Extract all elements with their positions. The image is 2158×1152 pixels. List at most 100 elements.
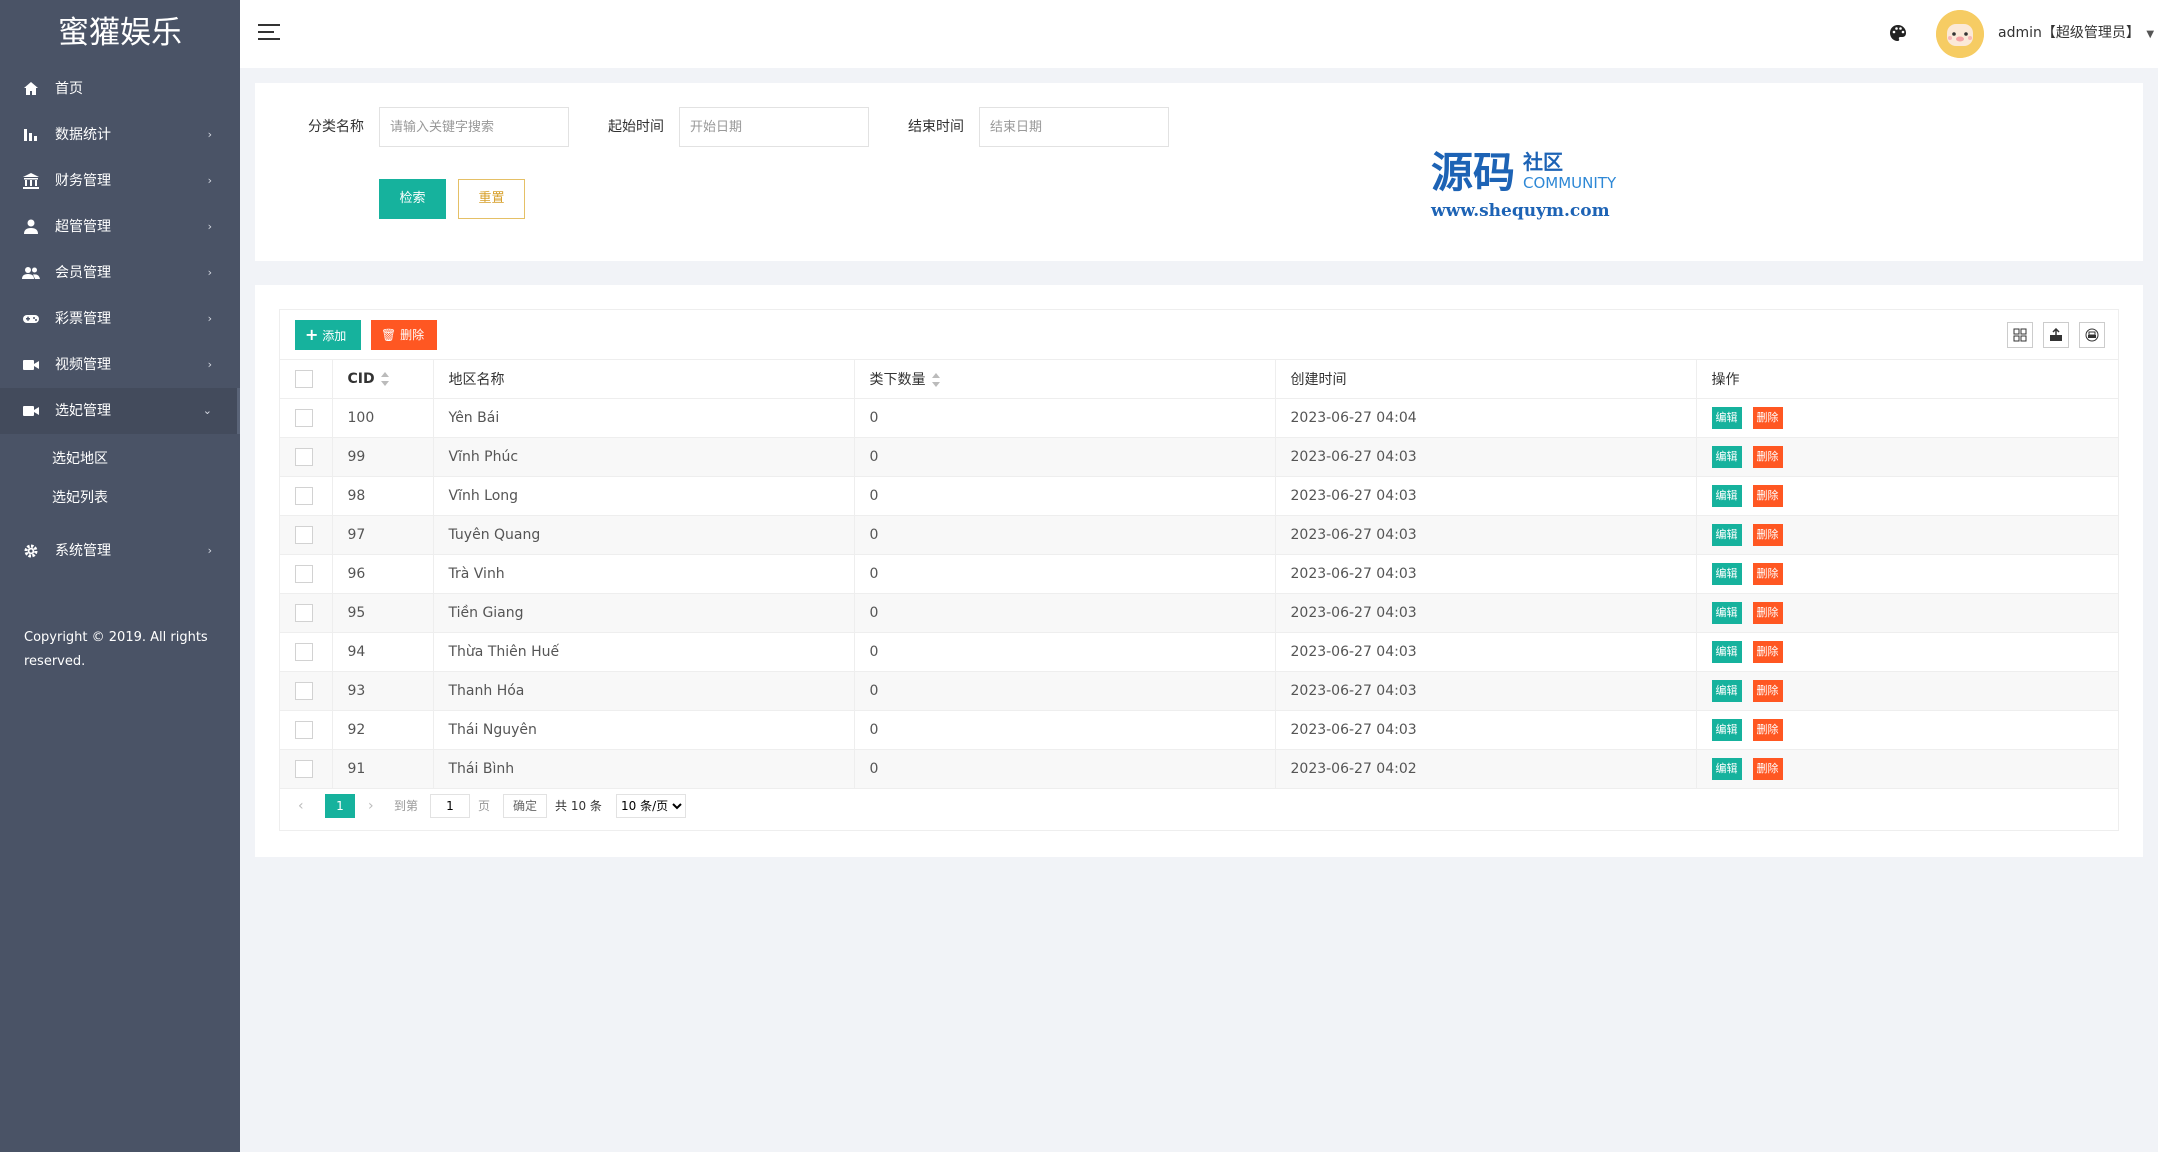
sidebar-subitem-region[interactable]: 选妃地区	[0, 440, 240, 479]
row-delete-button[interactable]: 删除	[1752, 562, 1783, 585]
brand-logo[interactable]: 蜜獾娱乐	[0, 0, 240, 66]
row-edit-button[interactable]: 编辑	[1711, 718, 1742, 741]
search-button[interactable]: 检索	[379, 179, 446, 219]
row-delete-button[interactable]: 删除	[1752, 601, 1783, 624]
row-edit-button[interactable]: 编辑	[1711, 523, 1742, 546]
row-delete-button[interactable]: 删除	[1752, 523, 1783, 546]
sidebar-item-super-admin[interactable]: 超管管理 ›	[0, 204, 240, 250]
cell-created: 2023-06-27 04:04	[1275, 398, 1697, 438]
sidebar-item-finance[interactable]: 财务管理 ›	[0, 158, 240, 204]
row-delete-button[interactable]: 删除	[1752, 757, 1783, 780]
row-select-cell	[280, 554, 333, 594]
cell-cid: 93	[332, 671, 434, 711]
row-delete-button[interactable]: 删除	[1752, 718, 1783, 741]
goto-page-input[interactable]	[430, 794, 470, 818]
row-checkbox[interactable]	[295, 525, 313, 544]
row-checkbox[interactable]	[295, 564, 313, 583]
cell-region-name: Thanh Hóa	[433, 671, 855, 711]
row-edit-button[interactable]: 编辑	[1711, 406, 1742, 429]
reset-button[interactable]: 重置	[458, 179, 525, 219]
row-edit-button[interactable]: 编辑	[1711, 679, 1742, 702]
row-edit-button[interactable]: 编辑	[1711, 484, 1742, 507]
select-all-checkbox[interactable]	[295, 369, 313, 388]
goto-confirm-button[interactable]: 确定	[503, 794, 547, 818]
cell-created: 2023-06-27 04:03	[1275, 671, 1697, 711]
add-button[interactable]: + 添加	[295, 320, 361, 350]
row-delete-button[interactable]: 删除	[1752, 640, 1783, 663]
cell-cid: 95	[332, 593, 434, 633]
column-header-cid[interactable]: CID	[332, 360, 434, 399]
column-header-label: 操作	[1711, 371, 1740, 388]
cell-actions: 编辑 删除	[1696, 554, 2118, 594]
palette-icon[interactable]	[1888, 23, 1908, 43]
category-label: 分类名称	[308, 119, 364, 135]
export-icon[interactable]	[2043, 322, 2069, 348]
row-checkbox[interactable]	[295, 642, 313, 661]
cell-cid: 97	[332, 515, 434, 555]
user-menu[interactable]: admin【超级管理员】 ▼	[1998, 0, 2154, 68]
sidebar-item-lottery[interactable]: 彩票管理 ›	[0, 296, 240, 342]
row-edit-button[interactable]: 编辑	[1711, 757, 1742, 780]
start-time-label: 起始时间	[608, 119, 664, 135]
row-edit-button[interactable]: 编辑	[1711, 601, 1742, 624]
sidebar-item-concubine[interactable]: 选妃管理 ⌄	[0, 388, 240, 434]
page-unit-label: 页	[478, 799, 491, 813]
row-checkbox[interactable]	[295, 720, 313, 739]
row-checkbox[interactable]	[295, 447, 313, 466]
prev-page-icon[interactable]: ‹	[298, 794, 304, 818]
row-checkbox[interactable]	[295, 603, 313, 622]
sort-icon[interactable]	[931, 372, 940, 387]
row-edit-button[interactable]: 编辑	[1711, 445, 1742, 468]
sidebar-item-members[interactable]: 会员管理 ›	[0, 250, 240, 296]
column-header-label: CID	[347, 370, 375, 387]
columns-filter-icon[interactable]	[2007, 322, 2033, 348]
row-checkbox[interactable]	[295, 408, 313, 427]
menu-toggle-icon[interactable]	[258, 24, 280, 42]
page-size-select[interactable]: 10 条/页	[616, 794, 686, 818]
pagination: ‹ 1 › 到第 页 确定 共 10 条 10 条/页	[280, 780, 2118, 830]
row-delete-button[interactable]: 删除	[1752, 679, 1783, 702]
table-row: 97 Tuyên Quang 0 2023-06-27 04:03 编辑 删除	[280, 515, 2118, 555]
row-checkbox[interactable]	[295, 759, 313, 778]
page-current[interactable]: 1	[325, 794, 355, 818]
row-delete-button[interactable]: 删除	[1752, 445, 1783, 468]
sidebar-item-home[interactable]: 首页	[0, 66, 240, 112]
row-edit-button[interactable]: 编辑	[1711, 640, 1742, 663]
delete-button[interactable]: 🗑 删除	[371, 320, 437, 350]
cell-count: 0	[854, 437, 1276, 477]
row-checkbox[interactable]	[295, 681, 313, 700]
start-date-input[interactable]	[679, 107, 869, 147]
sidebar-item-label: 首页	[55, 81, 83, 97]
next-page-icon[interactable]: ›	[368, 794, 374, 818]
column-header-count[interactable]: 类下数量	[854, 360, 1276, 399]
caret-down-icon: ▼	[2146, 29, 2155, 40]
sidebar-subitem-list[interactable]: 选妃列表	[0, 479, 240, 518]
row-delete-button[interactable]: 删除	[1752, 484, 1783, 507]
category-search-input[interactable]	[379, 107, 569, 147]
column-header-label: 类下数量	[869, 371, 926, 388]
sidebar-item-video[interactable]: 视频管理 ›	[0, 342, 240, 388]
watermark-big: 源码	[1431, 148, 1516, 197]
cell-region-name: Yên Bái	[433, 398, 855, 438]
row-delete-button[interactable]: 删除	[1752, 406, 1783, 429]
cell-count: 0	[854, 398, 1276, 438]
select-all-cell	[280, 360, 333, 399]
table-row: 96 Trà Vinh 0 2023-06-27 04:03 编辑 删除	[280, 554, 2118, 594]
sidebar-item-stats[interactable]: 数据统计 ›	[0, 112, 240, 158]
table-row: 100 Yên Bái 0 2023-06-27 04:04 编辑 删除	[280, 398, 2118, 438]
cell-region-name: Thừa Thiên Huế	[433, 632, 855, 672]
print-icon[interactable]	[2079, 322, 2105, 348]
cell-count: 0	[854, 515, 1276, 555]
row-checkbox[interactable]	[295, 486, 313, 505]
plus-icon: +	[305, 325, 319, 344]
sidebar: 蜜獾娱乐 首页 数据统计 › 财务管理 › 超管管理 › 会员管理 › 彩票管理…	[0, 0, 240, 1152]
row-edit-button[interactable]: 编辑	[1711, 562, 1742, 585]
video-icon	[23, 360, 39, 370]
sidebar-item-label: 财务管理	[55, 173, 111, 189]
cell-created: 2023-06-27 04:03	[1275, 437, 1697, 477]
row-select-cell	[280, 515, 333, 555]
end-date-input[interactable]	[979, 107, 1169, 147]
sort-icon[interactable]	[380, 371, 389, 386]
sidebar-item-system[interactable]: 系统管理 ›	[0, 528, 240, 574]
avatar[interactable]	[1936, 10, 1984, 58]
